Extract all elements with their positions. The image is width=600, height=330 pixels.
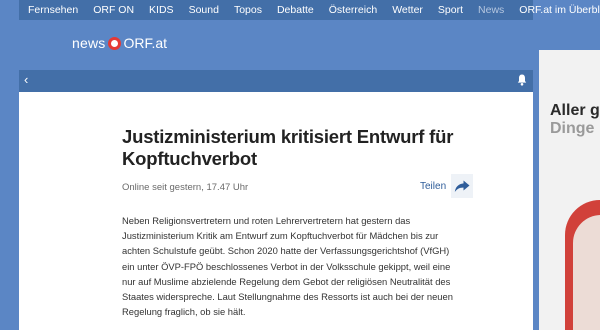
nav-item-overview[interactable]: ORF.at im Überblick [519,4,600,16]
article-toolbar: ‹ [19,70,533,92]
ad-headline-line-1: Aller g [550,102,600,119]
chevron-left-icon[interactable]: ‹ [24,72,28,87]
share-button[interactable]: Teilen [420,174,474,198]
logo-news-text: news [72,35,106,51]
logo-orf-text: ORF.at [123,35,168,51]
nav-item-news[interactable]: News [478,4,504,16]
nav-item-debatte[interactable]: Debatte [277,4,314,16]
share-arrow-icon[interactable] [451,174,474,198]
share-label: Teilen [420,180,447,192]
bell-icon[interactable] [517,74,527,86]
nav-item-sport[interactable]: Sport [438,4,463,16]
nav-item-kids[interactable]: KIDS [149,4,174,16]
orf-eye-icon [108,36,122,50]
nav-item-fernsehen[interactable]: Fernsehen [28,4,78,16]
article-card: Justizministerium kritisiert Entwurf für… [19,92,533,330]
top-navigation: Fernsehen ORF ON KIDS Sound Topos Debatt… [19,0,600,20]
nav-item-oesterreich[interactable]: Österreich [329,4,377,16]
ad-headline-line-2: Dinge [550,120,595,137]
nav-item-sound[interactable]: Sound [189,4,219,16]
publish-timestamp: Online seit gestern, 17.47 Uhr [122,182,249,193]
article-body: Neben Religionsvertretern und roten Lehr… [122,215,453,318]
nav-item-wetter[interactable]: Wetter [392,4,423,16]
advertisement[interactable]: Aller g Dinge [539,50,600,330]
nav-item-orf-on[interactable]: ORF ON [93,4,134,16]
nav-item-topos[interactable]: Topos [234,4,262,16]
ad-image-detail [573,215,600,330]
article-headline: Justizministerium kritisiert Entwurf für… [122,126,454,169]
news-orf-logo[interactable]: news ORF.at [72,35,167,51]
